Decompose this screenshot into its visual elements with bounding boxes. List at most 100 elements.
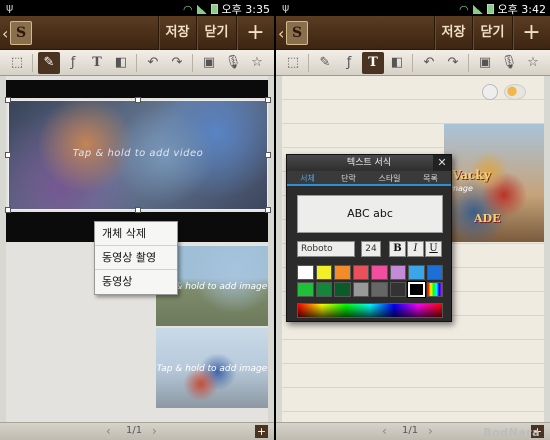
menu-item-delete-object[interactable]: 개체 삭제 [95, 222, 177, 246]
insert-image-icon[interactable]: ▣ [474, 52, 496, 74]
color-swatch[interactable] [389, 265, 406, 280]
font-size-select[interactable]: 24 [361, 241, 381, 257]
context-menu: 개체 삭제 동영상 촬영 동영상 [94, 221, 178, 295]
text-tool-icon[interactable]: T [86, 52, 108, 74]
close-button[interactable]: 닫기 [196, 16, 236, 50]
resize-handle-bl[interactable] [5, 207, 11, 213]
next-page-icon[interactable]: › [152, 424, 157, 438]
color-swatch[interactable] [334, 282, 351, 297]
tool-bar: ⬚ ✎ ƒ T ◧ ↶ ↷ ▣ 🎙 ☆ [276, 50, 550, 76]
resize-handle-tl[interactable] [5, 97, 11, 103]
color-swatch[interactable] [371, 282, 388, 297]
add-page-icon[interactable]: + [255, 425, 268, 438]
insert-image-icon[interactable]: ▣ [198, 52, 220, 74]
panel-title-text: 텍스트 서식 [346, 158, 392, 168]
color-swatch[interactable] [315, 282, 332, 297]
tab-paragraph[interactable]: 단락 [328, 171, 369, 184]
black-strip-top [6, 80, 268, 98]
image-object[interactable]: Vacky image ADE [444, 124, 544, 242]
selection-frame [8, 100, 268, 210]
image-hint-2: Tap & hold to add image [156, 364, 268, 374]
memo-canvas[interactable]: Tap & hold to add video Tap & hold to ad… [0, 76, 274, 422]
redo-icon[interactable]: ↷ [166, 52, 188, 74]
save-button[interactable]: 저장 [434, 16, 472, 50]
handwriting-icon[interactable]: ƒ [62, 52, 84, 74]
undo-icon[interactable]: ↶ [142, 52, 164, 74]
tool-bar: ⬚ ✎ ƒ T ◧ ↶ ↷ ▣ 🎙 ☆ [0, 50, 274, 76]
format-tabs: 서체 단락 스타일 목록 [287, 171, 451, 186]
usb-icon: ψ [6, 1, 14, 14]
smiley-icon[interactable] [482, 84, 498, 100]
resize-handle-bc[interactable] [135, 207, 141, 213]
battery-icon [210, 4, 218, 14]
eraser-icon[interactable]: ◧ [110, 52, 132, 74]
prev-page-icon[interactable]: ‹ [382, 424, 387, 438]
wifi-icon: ◠ [458, 2, 469, 16]
color-swatch[interactable] [371, 265, 388, 280]
underline-button[interactable]: U [425, 241, 442, 257]
save-button[interactable]: 저장 [158, 16, 196, 50]
resize-handle-mr[interactable] [265, 152, 271, 158]
color-spectrum[interactable] [297, 303, 443, 318]
image-placeholder-2[interactable]: Tap & hold to add image [156, 328, 268, 408]
color-swatch[interactable] [407, 281, 426, 298]
color-swatch[interactable] [352, 282, 369, 297]
left-screen: ψ ◠ 오후 3:35 ‹ S 저장 닫기 + ⬚ ✎ ƒ T ◧ ↶ ↷ ▣ … [0, 0, 274, 440]
color-swatch[interactable] [334, 265, 351, 280]
page-number: 1/1 [402, 425, 419, 436]
next-page-icon[interactable]: › [428, 424, 433, 438]
undo-icon[interactable]: ↶ [418, 52, 440, 74]
image-banner-text: Vacky [452, 168, 491, 182]
memo-canvas[interactable]: Vacky image ADE 텍스트 서식 ✕ 서체 단락 스타일 목록 AB… [276, 76, 550, 422]
prev-page-icon[interactable]: ‹ [106, 424, 111, 438]
redo-icon[interactable]: ↷ [442, 52, 464, 74]
app-s-memo-icon[interactable]: S [10, 21, 32, 45]
favorite-star-icon[interactable]: ☆ [246, 52, 268, 74]
close-icon[interactable]: ✕ [433, 155, 451, 171]
color-swatch[interactable] [315, 265, 332, 280]
italic-button[interactable]: I [407, 241, 424, 257]
add-button[interactable]: + [236, 16, 274, 50]
pen-icon[interactable]: ✎ [314, 52, 336, 74]
pen-icon[interactable]: ✎ [38, 52, 60, 74]
status-bar: ψ ◠ 오후 3:42 [276, 0, 550, 16]
handwriting-icon[interactable]: ƒ [338, 52, 360, 74]
color-swatch[interactable] [297, 265, 314, 280]
favorite-star-icon[interactable]: ☆ [522, 52, 544, 74]
panel-title: 텍스트 서식 ✕ [287, 155, 451, 171]
eraser-icon[interactable]: ◧ [386, 52, 408, 74]
color-swatch[interactable] [297, 282, 314, 297]
add-button[interactable]: + [512, 16, 550, 50]
weather-icon[interactable] [504, 84, 526, 100]
resize-handle-br[interactable] [265, 207, 271, 213]
bold-button[interactable]: B [389, 241, 406, 257]
close-button[interactable]: 닫기 [472, 16, 512, 50]
font-select[interactable]: Roboto [297, 241, 355, 257]
color-swatch[interactable] [408, 265, 425, 280]
tab-style[interactable]: 스타일 [369, 171, 410, 184]
tab-list[interactable]: 목록 [410, 171, 451, 184]
battery-icon [486, 4, 494, 14]
menu-item-video[interactable]: 동영상 [95, 270, 177, 294]
color-swatch[interactable] [352, 265, 369, 280]
text-format-panel: 텍스트 서식 ✕ 서체 단락 스타일 목록 ABC abc Roboto 24 … [286, 154, 452, 322]
resize-handle-tr[interactable] [265, 97, 271, 103]
select-mode-icon[interactable]: ⬚ [282, 52, 304, 74]
page-number: 1/1 [126, 425, 143, 436]
select-mode-icon[interactable]: ⬚ [6, 52, 28, 74]
color-swatch[interactable] [426, 265, 443, 280]
text-tool-icon[interactable]: T [362, 52, 384, 74]
voice-record-icon[interactable]: 🎙 [222, 52, 244, 74]
color-swatch[interactable] [426, 282, 443, 297]
color-swatch[interactable] [389, 282, 406, 297]
page-bar: ‹ 1/1 › + [0, 422, 274, 440]
resize-handle-tc[interactable] [135, 97, 141, 103]
app-s-memo-icon[interactable]: S [286, 21, 308, 45]
menu-item-record-video[interactable]: 동영상 촬영 [95, 246, 177, 270]
tab-font[interactable]: 서체 [287, 171, 328, 184]
resize-handle-ml[interactable] [5, 152, 11, 158]
voice-record-icon[interactable]: 🎙 [498, 52, 520, 74]
usb-icon: ψ [282, 1, 290, 14]
back-chevron-icon[interactable]: ‹ [278, 24, 284, 43]
back-chevron-icon[interactable]: ‹ [2, 24, 8, 43]
